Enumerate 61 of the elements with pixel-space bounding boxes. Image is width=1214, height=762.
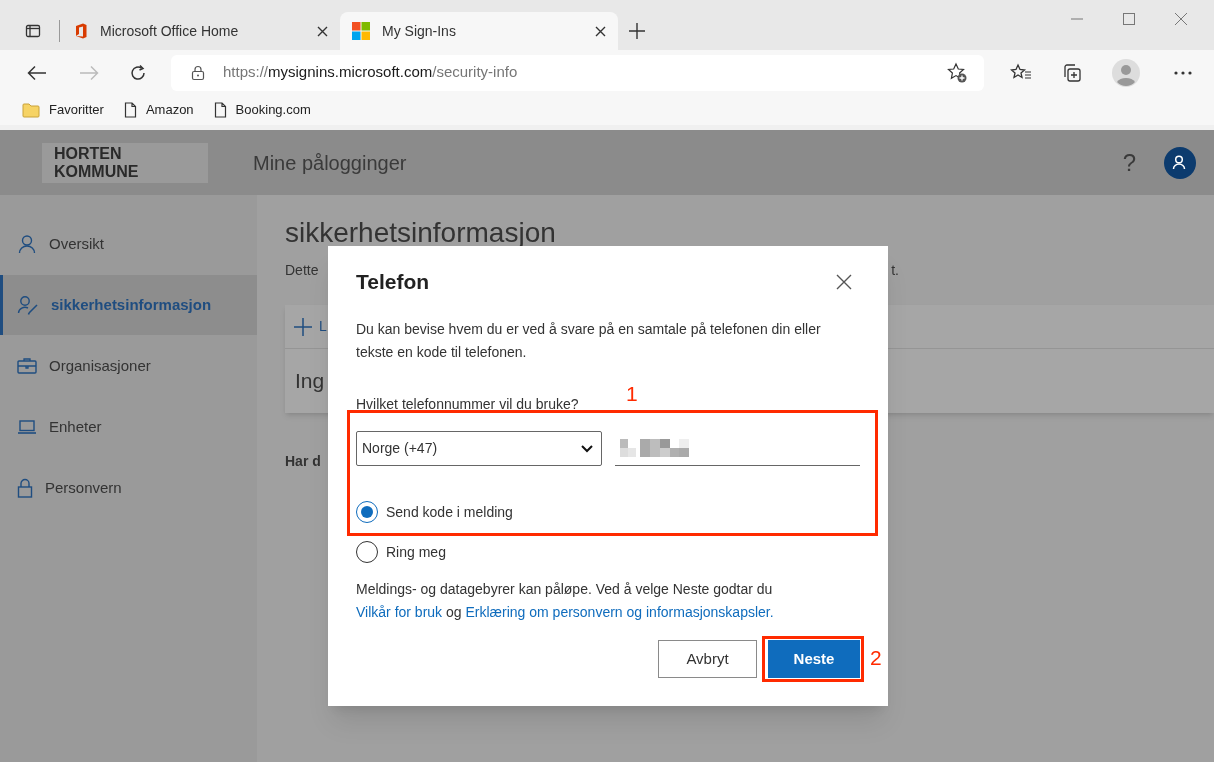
profile-avatar-icon[interactable]	[1112, 58, 1140, 87]
radio-option[interactable]: Send kode i melding	[356, 498, 513, 526]
step-number: 2	[870, 646, 882, 670]
laptop-icon	[17, 419, 37, 435]
description-text: Dette	[285, 261, 319, 280]
bookmark[interactable]: Amazon	[123, 100, 194, 120]
new-tab-icon[interactable]	[628, 22, 646, 40]
sidebar-item[interactable]: Personvern	[0, 458, 257, 518]
add-method-button[interactable]: L	[293, 316, 327, 337]
microsoft-logo-icon	[352, 22, 370, 40]
bookmark[interactable]: Favoritter	[22, 100, 104, 120]
plus-icon	[293, 316, 313, 337]
dialog-title: Telefon	[356, 269, 430, 295]
description-text: t.	[891, 261, 899, 280]
close-tab-icon[interactable]	[595, 25, 606, 37]
sidebar-item[interactable]: Organisasjoner	[0, 336, 257, 396]
help-text: Har d	[285, 452, 321, 471]
browser-tab[interactable]: Microsoft Office Home	[62, 12, 340, 50]
organization-logo: HORTEN KOMMUNE	[42, 142, 208, 183]
radio-option[interactable]: Ring meg	[356, 538, 446, 566]
office-logo-icon	[74, 23, 88, 39]
empty-state-text: Ing	[295, 368, 325, 395]
privacy-link[interactable]: Erklæring om personvern og informasjonskapsler.	[465, 604, 774, 620]
tab-title: Microsoft Office Home	[100, 21, 240, 41]
close-window-icon[interactable]	[1174, 12, 1188, 26]
close-tab-icon[interactable]	[317, 25, 328, 37]
tab-title: My Sign-Ins	[382, 21, 457, 41]
account-avatar-icon[interactable]	[1164, 146, 1196, 179]
address-bar[interactable]: https://mysignins.microsoft.com/security-info	[171, 54, 984, 91]
more-options-icon[interactable]	[1174, 70, 1192, 75]
reload-icon[interactable]	[129, 63, 147, 82]
browser-tab[interactable]: My Sign-Ins	[340, 12, 618, 50]
url-text: https://mysignins.microsoft.com/security-info	[223, 62, 518, 83]
cancel-button[interactable]: Avbryt	[658, 640, 757, 678]
folder-icon	[22, 102, 40, 118]
dialog-description: Du kan bevise hvem du er ved å svare på en samtale på telefonen din eller tekste en kode til telefonen.	[356, 320, 822, 362]
sidebar-item[interactable]: Oversikt	[0, 214, 257, 274]
tab-actions-icon[interactable]	[25, 23, 41, 39]
collections-icon[interactable]	[1062, 62, 1082, 83]
chevron-down-icon	[580, 444, 593, 453]
bookmark[interactable]: Booking.com	[213, 100, 311, 120]
briefcase-icon	[17, 357, 37, 375]
lock-icon	[191, 64, 205, 81]
next-button[interactable]: Neste	[768, 640, 860, 678]
app-title: Mine pålogginger	[253, 150, 407, 176]
person-pen-icon	[17, 295, 39, 315]
sidebar-item[interactable]: Enheter	[0, 397, 257, 457]
terms-notice: Meldings- og datagebyrer kan påløpe. Ved å velge Neste godtar du Vilkår for bruk og Erklæring om personvern og informasjonskapsler.	[356, 580, 775, 622]
close-icon[interactable]	[836, 274, 852, 290]
country-select[interactable]: Norge (+47)	[356, 431, 602, 466]
add-favorite-icon[interactable]	[946, 61, 968, 84]
lock-icon	[17, 478, 33, 498]
step-number: 1	[626, 382, 638, 406]
person-icon	[17, 234, 37, 254]
terms-link[interactable]: Vilkår for bruk	[356, 604, 443, 620]
page-icon	[213, 102, 227, 118]
phone-question: Hvilket telefonnummer vil du bruke?	[356, 395, 579, 414]
page-icon	[123, 102, 137, 118]
maximize-icon[interactable]	[1122, 12, 1136, 26]
back-icon[interactable]	[27, 64, 47, 81]
page-heading: sikkerhetsinformasjon	[285, 217, 556, 249]
